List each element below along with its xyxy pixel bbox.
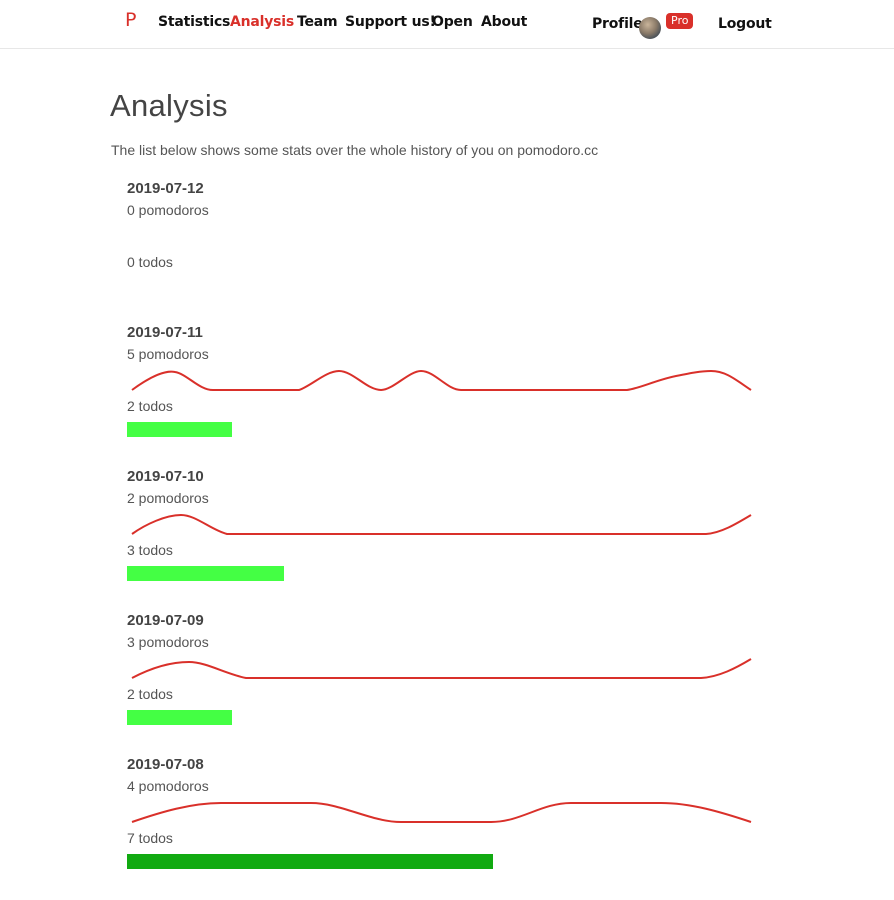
day-date: 2019-07-12 <box>127 180 204 197</box>
day-todo-count: 2 todos <box>127 398 173 414</box>
todo-bar <box>127 422 232 437</box>
nav-support-us[interactable]: Support us! <box>345 14 436 30</box>
brand-logo[interactable]: P <box>125 9 136 31</box>
day-todo-count: 0 todos <box>127 254 173 270</box>
top-navbar: P Statistics Analysis Team Support us! O… <box>0 0 894 49</box>
pomodoro-sparkline <box>131 658 752 679</box>
pro-badge: Pro <box>666 13 694 29</box>
nav-profile[interactable]: Profile <box>592 16 643 32</box>
day-date: 2019-07-10 <box>127 468 204 485</box>
day-todo-count: 2 todos <box>127 686 173 702</box>
day-pomodoro-count: 0 pomodoros <box>127 202 209 218</box>
todo-bar <box>127 710 232 725</box>
pomodoro-sparkline <box>131 369 752 392</box>
day-date: 2019-07-08 <box>127 756 204 773</box>
day-todo-count: 3 todos <box>127 542 173 558</box>
page-description: The list below shows some stats over the… <box>111 142 599 158</box>
pomodoro-sparkline <box>131 802 752 823</box>
nav-open[interactable]: Open <box>432 14 473 30</box>
nav-logout[interactable]: Logout <box>718 16 772 32</box>
page-title: Analysis <box>110 88 228 123</box>
todo-bar <box>127 566 284 581</box>
todo-bar <box>127 854 494 869</box>
day-todo-count: 7 todos <box>127 830 173 846</box>
nav-statistics[interactable]: Statistics <box>158 14 230 30</box>
nav-team[interactable]: Team <box>297 14 338 30</box>
day-date: 2019-07-11 <box>127 324 203 341</box>
nav-analysis[interactable]: Analysis <box>230 14 294 30</box>
day-date: 2019-07-09 <box>127 612 204 629</box>
avatar[interactable] <box>639 17 661 39</box>
nav-about[interactable]: About <box>481 14 527 30</box>
pomodoro-sparkline <box>131 513 752 535</box>
